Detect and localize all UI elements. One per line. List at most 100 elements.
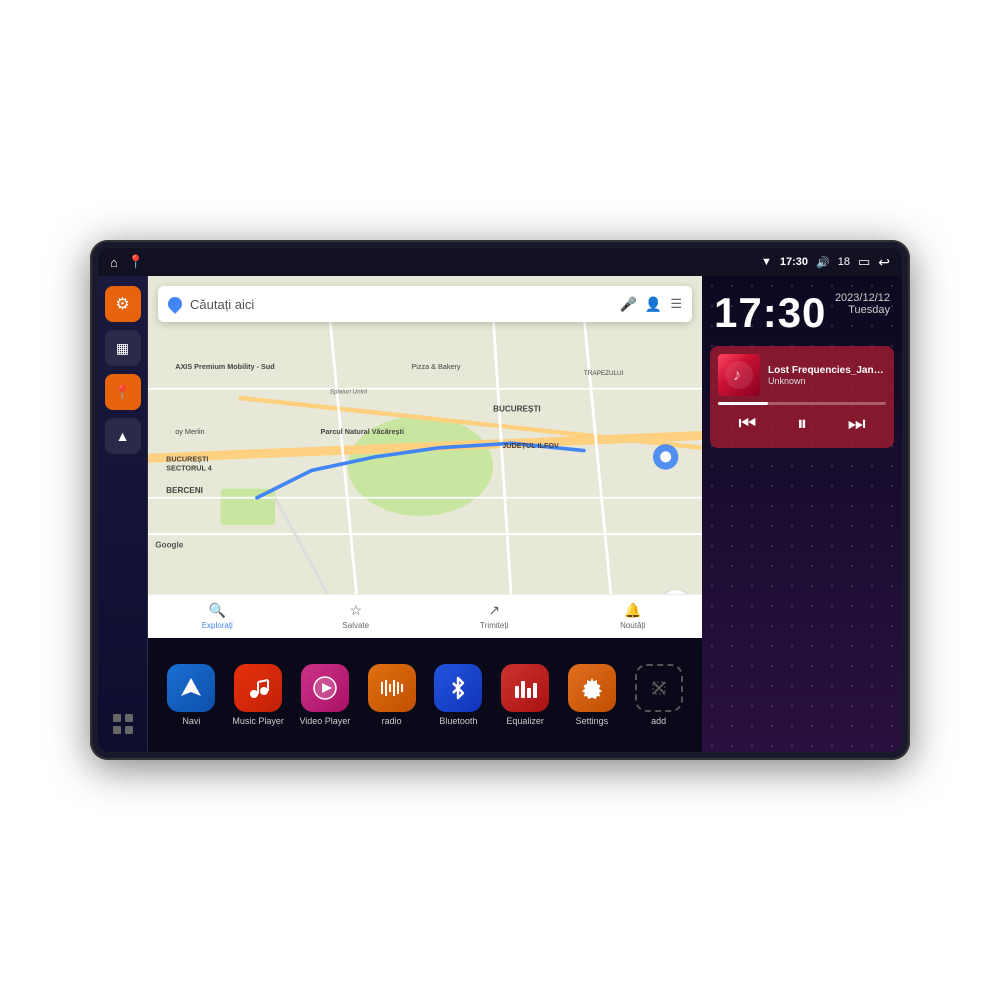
video-icon-wrap: [301, 664, 349, 712]
svg-text:BERCENI: BERCENI: [166, 486, 203, 495]
explore-icon: 🔍: [209, 602, 226, 619]
map-nav-saved[interactable]: ☆ Salvate: [287, 595, 426, 638]
svg-text:Parcul Natural Văcărești: Parcul Natural Văcărești: [321, 427, 404, 436]
map-nav-send[interactable]: ↗ Trimiteți: [425, 595, 564, 638]
app-grid: Navi Music Pla: [148, 638, 702, 752]
sidebar-btn-files[interactable]: ▦: [105, 330, 141, 366]
map-bottom-nav: 🔍 Explorați ☆ Salvate ↗ Trimiteți: [148, 594, 702, 638]
back-icon[interactable]: ↩: [878, 254, 890, 271]
map-svg: AXIS Premium Mobility - Sud Pizza & Bake…: [148, 276, 702, 638]
date-string: 2023/12/12: [835, 292, 890, 304]
add-icon: [645, 674, 673, 702]
album-art: ♪: [718, 354, 760, 396]
saved-label: Salvate: [342, 621, 369, 630]
news-label: Noutăți: [620, 621, 645, 630]
home-icon[interactable]: ⌂: [110, 255, 118, 270]
music-note-icon: ♪: [724, 360, 754, 390]
big-clock: 17:30: [714, 292, 826, 334]
grid-icon: [112, 713, 134, 735]
svg-text:Google: Google: [155, 541, 184, 550]
map-nav-explore[interactable]: 🔍 Explorați: [148, 595, 287, 638]
music-player-label: Music Player: [232, 716, 284, 726]
arrow-icon: ▲: [116, 428, 130, 444]
sidebar-btn-settings[interactable]: ⚙: [105, 286, 141, 322]
bluetooth-icon-wrap: [434, 664, 482, 712]
mic-icon[interactable]: 🎤: [619, 296, 636, 313]
settings-label: Settings: [576, 716, 609, 726]
music-info: Lost Frequencies_Janie... Unknown: [768, 365, 886, 386]
google-maps-pin: [165, 294, 185, 314]
equalizer-icon-wrap: [501, 664, 549, 712]
navi-icon-wrap: [167, 664, 215, 712]
svg-text:oy Merlin: oy Merlin: [175, 427, 204, 436]
music-progress-fill: [718, 402, 768, 405]
date-info: 2023/12/12 Tuesday: [835, 292, 890, 316]
menu-icon[interactable]: ☰: [670, 296, 682, 312]
navi-label: Navi: [182, 716, 200, 726]
music-progress-bar[interactable]: [718, 402, 886, 405]
device-screen: ⌂ 📍 ▼ 17:30 🔊 18 ▭ ↩ ⚙ ▦: [98, 248, 902, 752]
prev-track-button[interactable]: ⏮: [730, 409, 764, 440]
gear-icon: ⚙: [115, 294, 129, 314]
car-headunit-device: ⌂ 📍 ▼ 17:30 🔊 18 ▭ ↩ ⚙ ▦: [90, 240, 910, 760]
sidebar-btn-grid[interactable]: [105, 706, 141, 742]
explore-label: Explorați: [202, 621, 233, 630]
status-left: ⌂ 📍: [110, 254, 144, 270]
wifi-icon: ▼: [761, 256, 772, 268]
radio-label: radio: [382, 716, 402, 726]
radio-icon-wrap: [368, 664, 416, 712]
add-label: add: [651, 716, 666, 726]
app-settings[interactable]: Settings: [559, 664, 626, 726]
app-bluetooth[interactable]: Bluetooth: [425, 664, 492, 726]
send-icon: ↗: [488, 602, 500, 619]
saved-icon: ☆: [349, 602, 362, 619]
svg-text:Splaiuri Unirii: Splaiuri Unirii: [330, 388, 368, 395]
next-track-button[interactable]: ⏭: [840, 409, 874, 440]
equalizer-label: Equalizer: [506, 716, 544, 726]
music-artist: Unknown: [768, 376, 886, 386]
app-video-player[interactable]: Video Player: [292, 664, 359, 726]
location-icon[interactable]: 📍: [128, 254, 144, 270]
video-player-label: Video Player: [299, 716, 350, 726]
app-add[interactable]: add: [625, 664, 692, 726]
map-background: AXIS Premium Mobility - Sud Pizza & Bake…: [148, 276, 702, 638]
battery-level: 18: [838, 256, 850, 268]
video-play-icon: [311, 674, 339, 702]
account-icon[interactable]: 👤: [645, 296, 662, 313]
app-radio[interactable]: radio: [358, 664, 425, 726]
music-top: ♪ Lost Frequencies_Janie... Unknown: [718, 354, 886, 396]
sidebar-btn-maps[interactable]: 📍: [105, 374, 141, 410]
svg-text:JUDEȚUL ILFOV: JUDEȚUL ILFOV: [502, 441, 559, 450]
status-bar: ⌂ 📍 ▼ 17:30 🔊 18 ▭ ↩: [98, 248, 902, 276]
map-nav-news[interactable]: 🔔 Noutăți: [564, 595, 703, 638]
left-sidebar: ⚙ ▦ 📍 ▲: [98, 276, 148, 752]
app-music-player[interactable]: Music Player: [225, 664, 292, 726]
map-container[interactable]: AXIS Premium Mobility - Sud Pizza & Bake…: [148, 276, 702, 638]
map-search-bar[interactable]: Căutați aici 🎤 👤 ☰: [158, 286, 692, 322]
app-navi[interactable]: Navi: [158, 664, 225, 726]
svg-text:Pizza & Bakery: Pizza & Bakery: [411, 362, 461, 371]
music-card: ♪ Lost Frequencies_Janie... Unknown: [710, 346, 894, 448]
bluetooth-icon: [444, 674, 472, 702]
settings-gear-icon: [578, 674, 606, 702]
music-title: Lost Frequencies_Janie...: [768, 365, 886, 376]
center-map-area: AXIS Premium Mobility - Sud Pizza & Bake…: [148, 276, 702, 752]
album-art-inner: ♪: [718, 354, 760, 396]
svg-text:BUCUREȘTI: BUCUREȘTI: [493, 404, 541, 413]
volume-icon: 🔊: [816, 256, 830, 269]
settings-icon-wrap: [568, 664, 616, 712]
music-icon-wrap: [234, 664, 282, 712]
pause-button[interactable]: ⏸: [789, 409, 815, 440]
app-equalizer[interactable]: Equalizer: [492, 664, 559, 726]
status-time: 17:30: [780, 256, 808, 268]
battery-icon: ▭: [858, 254, 870, 270]
music-controls: ⏮ ⏸ ⏭: [718, 409, 886, 440]
navi-icon: [177, 674, 205, 702]
radio-wave-icon: [378, 674, 406, 702]
sidebar-btn-nav[interactable]: ▲: [105, 418, 141, 454]
music-icon: [244, 674, 272, 702]
search-placeholder-text: Căutați aici: [190, 297, 611, 312]
clock-section: 17:30 2023/12/12 Tuesday: [702, 276, 902, 342]
svg-text:SECTORUL 4: SECTORUL 4: [166, 463, 212, 472]
svg-text:TRAPEZULUI: TRAPEZULUI: [584, 370, 624, 377]
